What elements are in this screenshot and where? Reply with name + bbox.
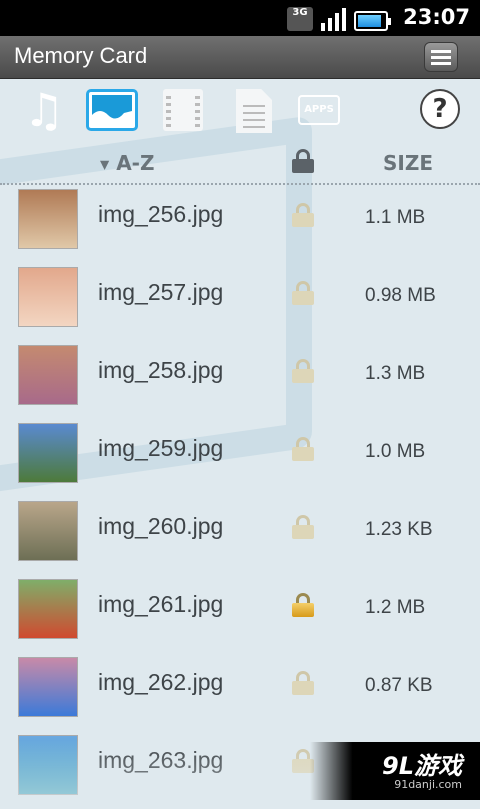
file-size: 0.87 KB	[365, 675, 433, 696]
file-row[interactable]: img_261.jpg 1.2 MB	[0, 575, 480, 653]
unlocked-icon[interactable]	[292, 281, 314, 305]
unlocked-icon[interactable]	[292, 671, 314, 695]
watermark-site: 91danji.com	[394, 778, 462, 791]
music-note-icon[interactable]: ♫	[20, 87, 68, 135]
help-icon[interactable]: ?	[420, 89, 460, 129]
file-name: img_262.jpg	[98, 669, 224, 695]
file-name: img_257.jpg	[98, 279, 224, 305]
file-row[interactable]: img_258.jpg 1.3 MB	[0, 341, 480, 419]
file-size: 1.1 MB	[365, 207, 426, 228]
sort-name-header[interactable]: ▼ A-Z	[100, 151, 154, 175]
file-row[interactable]: img_260.jpg 1.23 KB	[0, 497, 480, 575]
apps-icon[interactable]: APPS	[298, 95, 340, 125]
unlocked-icon[interactable]	[292, 515, 314, 539]
film-icon[interactable]	[163, 89, 203, 131]
document-icon[interactable]	[236, 89, 272, 133]
file-size: 1.3 MB	[365, 363, 426, 384]
file-size: 0.98 MB	[365, 285, 436, 306]
watermark-brand: 9L游戏	[382, 752, 462, 780]
file-size: 1.0 MB	[365, 441, 426, 462]
network-3g-icon: 3G	[287, 7, 313, 31]
file-thumbnail	[18, 189, 78, 249]
battery-icon	[354, 11, 391, 31]
column-header: ▼ A-Z SIZE	[0, 143, 480, 185]
lock-column-icon[interactable]	[292, 149, 314, 173]
file-row[interactable]: img_262.jpg 0.87 KB	[0, 653, 480, 731]
file-row[interactable]: img_259.jpg 1.0 MB	[0, 419, 480, 497]
file-name: img_258.jpg	[98, 357, 224, 383]
file-row[interactable]: img_256.jpg 1.1 MB	[0, 185, 480, 263]
file-name: img_260.jpg	[98, 513, 224, 539]
size-header[interactable]: SIZE	[383, 151, 433, 175]
image-icon[interactable]	[86, 89, 138, 131]
unlocked-icon[interactable]	[292, 203, 314, 227]
file-thumbnail	[18, 501, 78, 561]
file-list: img_256.jpg 1.1 MB img_257.jpg 0.98 MB img_2…	[0, 185, 480, 809]
file-size: 1.2 MB	[365, 597, 426, 618]
file-name: img_259.jpg	[98, 435, 224, 461]
sort-name-label: A-Z	[116, 151, 155, 175]
locked-icon[interactable]	[292, 593, 314, 617]
signal-strength-icon	[321, 7, 346, 31]
status-bar: 3G 23:07	[0, 0, 480, 36]
file-row[interactable]: img_257.jpg 0.98 MB	[0, 263, 480, 341]
title-bar: Memory Card	[0, 36, 480, 79]
file-thumbnail	[18, 657, 78, 717]
menu-button[interactable]	[424, 42, 458, 72]
file-size: 1.23 KB	[365, 519, 433, 540]
file-thumbnail	[18, 579, 78, 639]
unlocked-icon[interactable]	[292, 359, 314, 383]
unlocked-icon[interactable]	[292, 437, 314, 461]
file-name: img_256.jpg	[98, 201, 224, 227]
status-icons: 3G	[287, 5, 391, 31]
status-time: 23:07	[403, 5, 470, 29]
page-title: Memory Card	[14, 43, 148, 68]
watermark: 9L游戏 91danji.com	[310, 742, 480, 800]
sort-down-icon: ▼	[100, 157, 110, 172]
category-toolbar: ♫ APPS ?	[0, 79, 480, 143]
file-thumbnail	[18, 345, 78, 405]
file-thumbnail	[18, 423, 78, 483]
file-name: img_261.jpg	[98, 591, 224, 617]
file-thumbnail	[18, 267, 78, 327]
